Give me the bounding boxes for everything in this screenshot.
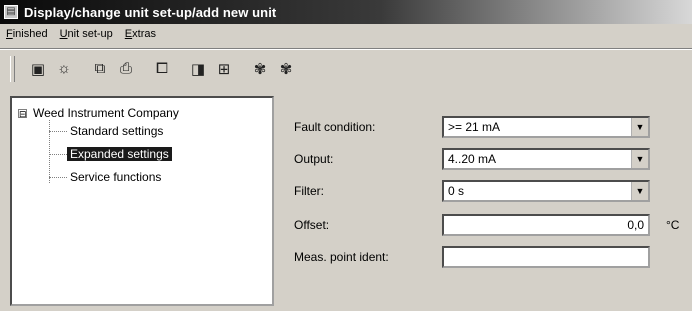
fault-condition-row: Fault condition: >= 21 mA ▼: [282, 114, 692, 140]
paw-icon[interactable]: ✾: [249, 58, 271, 80]
app-icon: ▤: [4, 5, 18, 19]
paw-icon[interactable]: ✾: [275, 58, 297, 80]
filter-label: Filter:: [294, 184, 324, 198]
tree-item-expanded-settings[interactable]: Expanded settings: [49, 147, 172, 161]
offset-unit: °C: [666, 218, 680, 232]
toolbar-grip[interactable]: [10, 55, 15, 82]
output-row: Output: 4..20 mA ▼: [282, 146, 692, 172]
output-label: Output:: [294, 152, 334, 166]
menu-extras[interactable]: Extras: [119, 28, 162, 40]
offset-label: Offset:: [294, 218, 330, 232]
filter-select[interactable]: 0 s ▼: [442, 180, 650, 202]
print-icon[interactable]: ⎙: [115, 58, 137, 80]
device-tree[interactable]: ⊟ Weed Instrument Company Standard setti…: [10, 96, 274, 306]
filter-row: Filter: 0 s ▼: [282, 178, 692, 204]
tree-root-label[interactable]: Weed Instrument Company: [30, 106, 182, 120]
tools-icon[interactable]: ☼: [53, 58, 75, 80]
dropdown-arrow-icon[interactable]: ▼: [631, 182, 648, 200]
dropdown-arrow-icon[interactable]: ▼: [631, 150, 648, 168]
toolbar: ▣ ☼ ⧉ ⎙ ⧠ ◨ ⊞ ✾ ✾: [0, 48, 692, 88]
output-value: 4..20 mA: [448, 152, 497, 166]
collapse-icon[interactable]: ⊟: [18, 108, 27, 118]
tree-item-label[interactable]: Service functions: [67, 170, 164, 184]
dropdown-arrow-icon[interactable]: ▼: [631, 118, 648, 136]
fault-condition-label: Fault condition:: [294, 120, 376, 134]
fault-condition-select[interactable]: >= 21 mA ▼: [442, 116, 650, 138]
tree-item-service-functions[interactable]: Service functions: [49, 170, 164, 184]
menu-unit-setup[interactable]: Unit set-up: [54, 28, 119, 40]
offset-row: Offset: 0,0 °C: [282, 212, 692, 238]
tree-item-label[interactable]: Standard settings: [67, 124, 166, 138]
fault-condition-value: >= 21 mA: [448, 120, 501, 134]
document-icon[interactable]: ⧠: [151, 58, 173, 80]
output-select[interactable]: 4..20 mA ▼: [442, 148, 650, 170]
filter-value: 0 s: [448, 184, 465, 198]
offset-input[interactable]: 0,0: [442, 214, 650, 236]
menu-bar: Finished Unit set-up Extras: [0, 24, 692, 44]
title-bar[interactable]: ▤ Display/change unit set-up/add new uni…: [0, 0, 692, 24]
menu-finished[interactable]: Finished: [0, 28, 54, 40]
app-window: ▤ Display/change unit set-up/add new uni…: [0, 0, 692, 311]
network-icon[interactable]: ⊞: [213, 58, 235, 80]
tree-root[interactable]: ⊟ Weed Instrument Company: [18, 106, 182, 120]
copy-icon[interactable]: ⧉: [89, 58, 111, 80]
tree-item-standard-settings[interactable]: Standard settings: [49, 124, 166, 138]
unit-setup-icon[interactable]: ◨: [187, 58, 209, 80]
settings-form: Fault condition: >= 21 mA ▼ Output: 4..2…: [282, 96, 692, 311]
window-title: Display/change unit set-up/add new unit: [24, 4, 277, 20]
meas-point-ident-row: Meas. point ident:: [282, 244, 692, 270]
save-icon[interactable]: ▣: [27, 58, 49, 80]
meas-point-ident-input[interactable]: [442, 246, 650, 268]
meas-point-ident-label: Meas. point ident:: [294, 250, 389, 264]
tree-item-label-selected[interactable]: Expanded settings: [67, 147, 172, 161]
